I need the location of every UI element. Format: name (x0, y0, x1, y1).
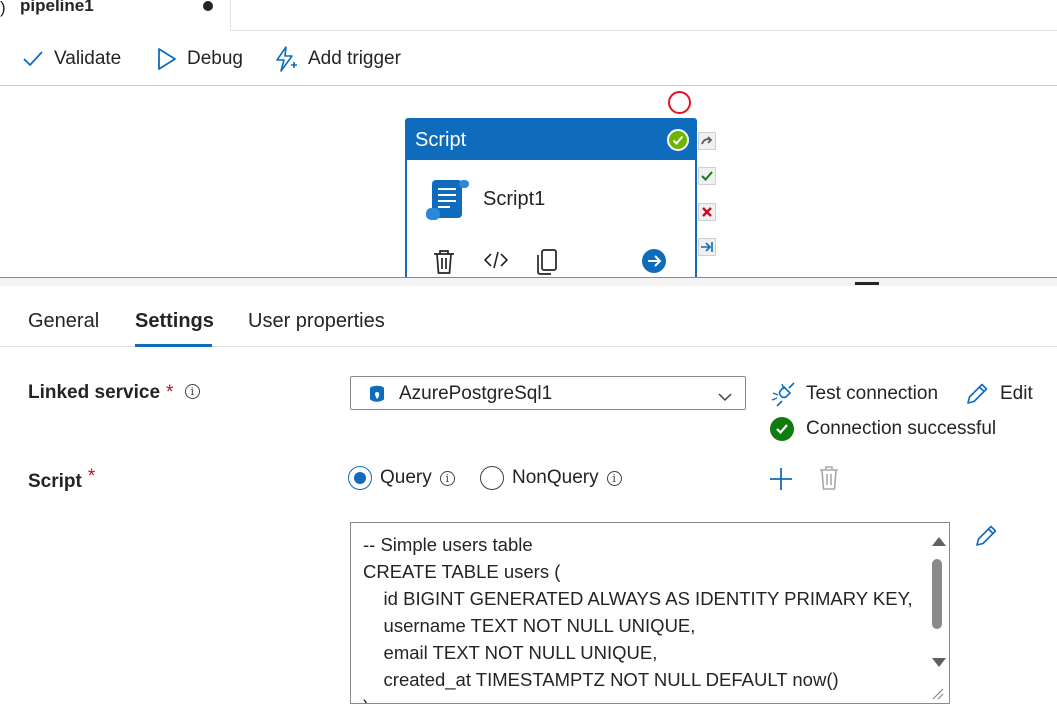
query-radio-option[interactable]: Query i (348, 466, 455, 490)
linked-service-label: Linked service * i (28, 382, 200, 404)
edit-script-pencil-icon[interactable] (973, 523, 999, 554)
script-editor[interactable]: -- Simple users table CREATE TABLE users… (350, 522, 950, 704)
add-trigger-label: Add trigger (308, 48, 401, 69)
delete-activity-trash-icon[interactable] (431, 248, 457, 277)
scroll-up-arrow-icon[interactable] (932, 537, 946, 546)
activity-header: Script (407, 120, 695, 160)
script-label-text: Script (28, 471, 82, 492)
tab-general[interactable]: General (28, 310, 99, 333)
previous-tab-edge: ) (0, 0, 6, 17)
edit-linked-service-button[interactable]: Edit (964, 381, 1033, 407)
nonquery-radio-button[interactable] (480, 466, 504, 490)
postgresql-database-icon (369, 385, 385, 408)
resize-grip-icon[interactable] (929, 685, 945, 701)
linked-service-label-text: Linked service (28, 382, 161, 403)
plug-disconnected-icon (771, 382, 795, 407)
query-radio-label: Query (380, 467, 432, 488)
scroll-down-arrow-icon[interactable] (932, 658, 946, 667)
debug-label: Debug (187, 48, 243, 69)
scrollbar-thumb[interactable] (932, 559, 942, 629)
validate-label: Validate (54, 48, 122, 69)
editor-scrollbar[interactable] (929, 531, 946, 691)
clone-activity-copy-icon[interactable] (535, 248, 559, 277)
add-trigger-button[interactable]: Add trigger (274, 45, 401, 73)
connection-success-check-icon (770, 417, 794, 441)
script-scroll-icon (423, 178, 471, 227)
edit-label: Edit (1000, 383, 1033, 404)
activity-output-arrow-icon[interactable] (641, 248, 667, 277)
flash-add-icon (276, 46, 297, 72)
skip-dependency-port-icon[interactable] (698, 132, 716, 150)
required-asterisk: * (87, 466, 96, 487)
pencil-icon (967, 383, 988, 404)
completion-dependency-port-icon[interactable] (698, 238, 716, 256)
script-label: Script * (28, 466, 95, 493)
script-text[interactable]: -- Simple users table CREATE TABLE users… (363, 531, 933, 703)
activity-success-check-icon (667, 129, 689, 151)
linked-service-value: AzurePostgreSql1 (399, 383, 553, 404)
nonquery-radio-option[interactable]: NonQuery i (480, 466, 622, 490)
linked-service-dropdown[interactable]: AzurePostgreSql1 (350, 376, 746, 410)
test-connection-button[interactable]: Test connection (770, 381, 938, 407)
tab-user-properties[interactable]: User properties (248, 310, 385, 333)
properties-tabs: General Settings User properties (0, 286, 1057, 347)
splitter-grip-handle[interactable] (855, 282, 879, 285)
play-outline-icon (158, 48, 176, 70)
query-radio-button[interactable] (348, 466, 372, 490)
pipeline-tab[interactable]: ) pipeline1 (0, 0, 231, 31)
nonquery-radio-label: NonQuery (512, 467, 599, 488)
validate-button[interactable]: Validate (22, 45, 121, 73)
required-asterisk: * (166, 382, 174, 403)
pane-splitter[interactable] (0, 278, 1057, 286)
test-connection-label: Test connection (806, 383, 939, 404)
query-info-icon[interactable]: i (439, 470, 455, 486)
nonquery-info-icon[interactable]: i (606, 470, 622, 486)
pipeline-canvas[interactable]: Script Script1 (0, 87, 1057, 277)
linked-service-info-icon[interactable]: i (184, 384, 200, 399)
pipeline-toolbar: Validate Debug Add trigger (0, 31, 1057, 86)
chevron-down-icon (717, 389, 733, 407)
checkmark-icon (23, 51, 43, 67)
error-indicator-circle-icon (668, 91, 691, 114)
activity-type-label: Script (415, 129, 467, 151)
connection-status: Connection successful (770, 417, 996, 441)
delete-script-trash-icon[interactable] (818, 465, 840, 496)
success-dependency-port-icon[interactable] (698, 167, 716, 185)
add-script-plus-icon[interactable] (768, 466, 794, 497)
connection-status-text: Connection successful (806, 418, 997, 439)
pipeline-tab-title[interactable]: pipeline1 (20, 0, 94, 16)
unsaved-changes-dot-icon (203, 1, 213, 11)
code-view-icon[interactable] (483, 248, 509, 277)
document-tab-strip: ) pipeline1 (0, 0, 1057, 31)
activity-name[interactable]: Script1 (483, 188, 545, 211)
script-activity-node[interactable]: Script Script1 (405, 118, 697, 277)
debug-button[interactable]: Debug (157, 45, 243, 73)
failure-dependency-port-icon[interactable] (698, 203, 716, 221)
active-tab-indicator (135, 344, 212, 347)
tab-settings[interactable]: Settings (135, 310, 214, 333)
